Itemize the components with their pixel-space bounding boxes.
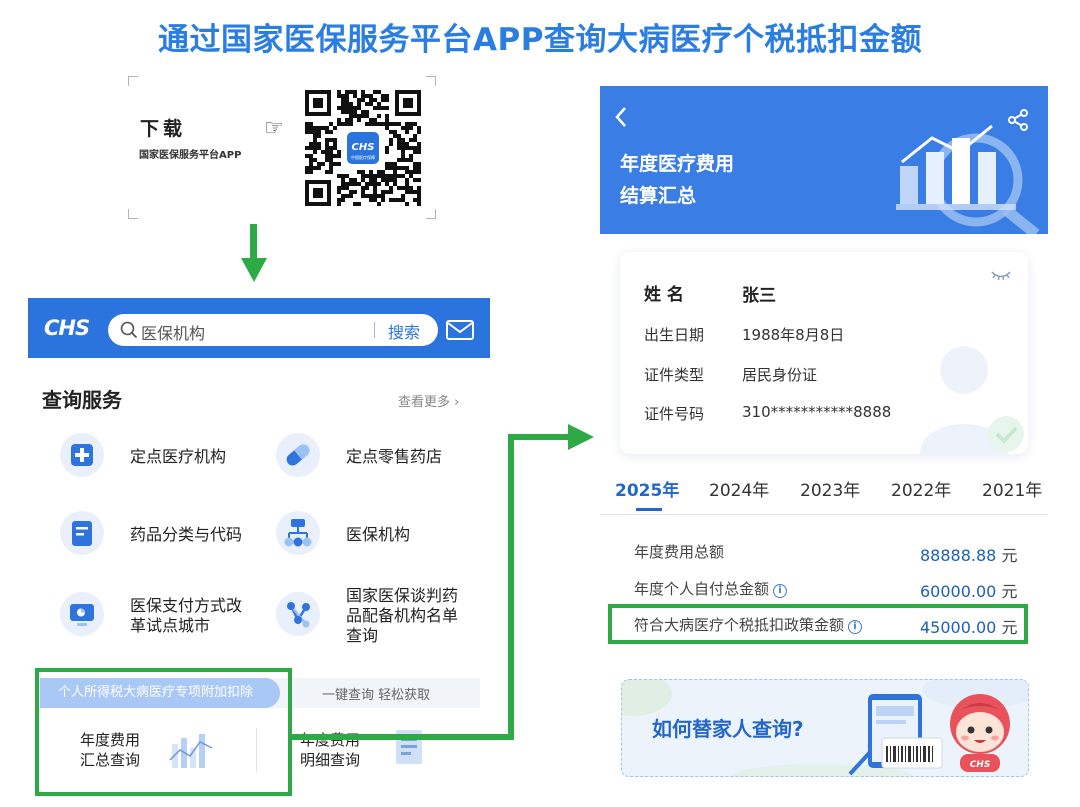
service-item-pharmacy[interactable]: 定点零售药店 — [276, 433, 476, 481]
fee-total-value: 88888.88 元 — [920, 542, 1017, 566]
result-title-line: 结算汇总 — [620, 185, 697, 207]
search-bar[interactable]: 医保机构 搜索 — [108, 314, 438, 346]
see-more-label: 查看更多 — [398, 395, 451, 410]
monitor-icon — [60, 592, 104, 636]
right-arrow-icon — [568, 424, 594, 450]
name-value: 张三 — [742, 286, 776, 306]
highlight-box-deductible — [608, 604, 1028, 644]
fee-amount: 88888.88 — [920, 546, 997, 565]
fee-label-text: 年度个人自付总金额 — [634, 580, 770, 598]
connector-line — [292, 734, 512, 740]
service-label-line: 品配备机构名单 — [346, 606, 459, 625]
result-title: 年度医疗费用 结算汇总 — [620, 148, 734, 212]
qr-badge-caption: 中国医疗保障 — [351, 154, 375, 160]
org-chart-icon — [276, 511, 320, 555]
document-list-icon — [396, 730, 422, 764]
fee-unit: 元 — [1001, 546, 1018, 565]
family-query-banner[interactable]: 如何替家人查询? CHS — [621, 679, 1029, 777]
fee-total-label: 年度费用总额 — [634, 541, 724, 562]
card-label-line: 年度费用 — [300, 731, 361, 749]
name-label: 姓 名 — [644, 285, 684, 305]
page-title: 通过国家医保服务平台APP查询大病医疗个税抵扣金额 — [158, 22, 922, 58]
highlight-box-tax-query — [35, 668, 292, 796]
service-label-line: 国家医保谈判药 — [346, 586, 459, 605]
id-type-value: 居民身份证 — [742, 366, 818, 384]
pill-icon — [276, 433, 320, 477]
download-title: 下载 — [140, 118, 187, 140]
section-title: 查询服务 — [42, 388, 122, 412]
fee-self-paid-label: 年度个人自付总金额 i — [634, 578, 788, 599]
hide-eye-icon[interactable] — [990, 268, 1012, 282]
mascot-icon: CHS — [950, 694, 1010, 772]
service-label: 药品分类与代码 — [130, 525, 243, 544]
card-label-line: 明细查询 — [300, 751, 361, 769]
service-item-insurance-org[interactable]: 医保机构 — [276, 511, 476, 559]
result-header: 年度医疗费用 结算汇总 — [600, 86, 1048, 234]
id-number-value: 310***********8888 — [742, 403, 892, 421]
search-icon — [120, 321, 138, 339]
chs-logo: CHS — [44, 316, 90, 340]
tab-quick-query[interactable]: 一键查询 轻松获取 — [322, 684, 430, 703]
download-panel: 下载 国家医保服务平台APP ☞ CHS 中国医疗保障 — [128, 76, 436, 219]
service-item-drug-code[interactable]: 药品分类与代码 — [60, 511, 260, 559]
document-icon — [60, 511, 104, 555]
info-icon[interactable]: i — [773, 584, 788, 598]
tab-year-2024[interactable]: 2024年 — [709, 476, 769, 501]
service-label: 定点医疗机构 — [130, 447, 227, 466]
qr-badge-logo: CHS — [352, 142, 375, 153]
connector-line — [508, 434, 572, 440]
fee-unit: 元 — [1001, 582, 1018, 601]
back-arrow-icon[interactable] — [614, 106, 628, 128]
phone-illustration-icon — [848, 694, 943, 776]
down-arrow-icon — [241, 258, 267, 282]
search-divider — [374, 322, 375, 338]
chevron-right-icon: › — [454, 395, 460, 410]
tab-year-2021[interactable]: 2021年 — [982, 476, 1042, 501]
birthdate-label: 出生日期 — [644, 326, 705, 344]
service-label-line: 革试点城市 — [130, 616, 211, 635]
tab-year-2025[interactable]: 2025年 — [615, 476, 679, 501]
download-subtitle: 国家医保服务平台APP — [139, 150, 242, 161]
corner-mark — [426, 209, 436, 219]
active-tab-indicator — [636, 508, 662, 511]
search-input[interactable]: 医保机构 — [141, 320, 205, 344]
service-label: 国家医保谈判药 品配备机构名单 查询 — [346, 586, 458, 646]
corner-mark — [426, 76, 436, 86]
tab-year-2022[interactable]: 2022年 — [891, 476, 951, 501]
statistics-illustration — [896, 124, 1040, 234]
pointing-hand-icon: ☞ — [264, 116, 284, 141]
fee-label-text: 年度费用总额 — [634, 543, 725, 561]
arrow-shaft — [250, 224, 257, 262]
birthdate-value: 1988年8月8日 — [742, 326, 845, 344]
hospital-plus-icon — [60, 433, 104, 477]
tab-divider — [600, 514, 1048, 515]
fee-self-paid-value: 60000.00 元 — [920, 578, 1017, 602]
search-button[interactable]: 搜索 — [388, 319, 420, 343]
mail-icon[interactable] — [446, 320, 474, 340]
fee-amount: 60000.00 — [920, 582, 997, 601]
service-label: 医保机构 — [346, 525, 411, 544]
mascot-logo: CHS — [970, 760, 991, 770]
id-number-label: 证件号码 — [644, 405, 705, 423]
personal-info-card: 姓 名 张三 出生日期 1988年8月8日 证件类型 居民身份证 证件号码 31… — [620, 252, 1028, 454]
service-label: 医保支付方式改 革试点城市 — [130, 596, 242, 636]
service-label: 定点零售药店 — [346, 447, 443, 466]
tab-year-2023[interactable]: 2023年 — [800, 476, 860, 501]
banner-text: 如何替家人查询? — [652, 717, 804, 741]
id-type-label: 证件类型 — [644, 366, 705, 384]
connector-line — [508, 434, 514, 740]
qr-code[interactable]: CHS 中国医疗保障 — [304, 89, 422, 207]
result-title-line: 年度医疗费用 — [620, 153, 735, 175]
service-label-line: 查询 — [346, 626, 379, 645]
corner-mark — [128, 209, 138, 219]
avatar-watermark — [920, 346, 1024, 454]
corner-mark — [128, 76, 138, 86]
network-icon — [276, 592, 320, 636]
service-item-negotiated-drugs[interactable]: 国家医保谈判药 品配备机构名单 查询 — [276, 586, 486, 650]
app-header: CHS 医保机构 搜索 — [28, 298, 490, 358]
see-more-link[interactable]: 查看更多 › — [398, 391, 459, 410]
service-label-line: 医保支付方式改 — [130, 596, 243, 615]
service-item-payment-reform[interactable]: 医保支付方式改 革试点城市 — [60, 590, 270, 642]
service-item-hospital[interactable]: 定点医疗机构 — [60, 433, 260, 481]
